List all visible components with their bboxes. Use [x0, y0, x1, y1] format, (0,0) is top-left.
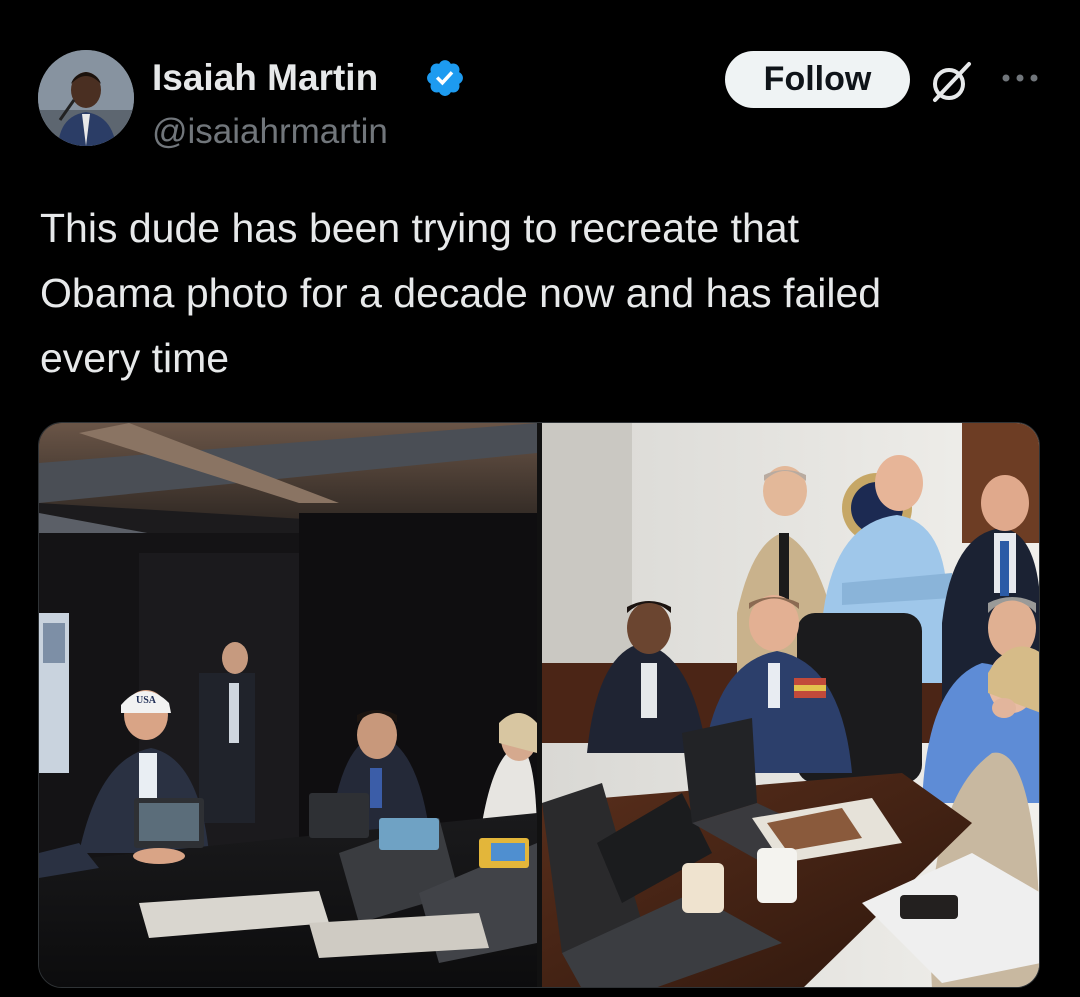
verified-badge-icon	[427, 60, 463, 96]
photo-left-image: USA	[39, 423, 537, 987]
tweet-text: This dude has been trying to recreate th…	[40, 196, 1040, 391]
media-photo-right[interactable]	[542, 423, 1039, 987]
tweet-text-line: This dude has been trying to recreate th…	[40, 205, 799, 251]
tweet-text-line: every time	[40, 335, 230, 381]
media-photo-left[interactable]: USA	[39, 423, 537, 987]
author-display-name[interactable]: Isaiah Martin	[152, 56, 378, 100]
photo-right-image	[542, 423, 1039, 987]
media-grid: USA	[38, 422, 1040, 988]
avatar[interactable]	[38, 50, 134, 146]
grok-icon[interactable]	[929, 60, 973, 104]
follow-button[interactable]: Follow	[725, 51, 910, 108]
more-options-icon[interactable]	[1000, 68, 1040, 88]
cap-badge-text: USA	[136, 695, 157, 706]
user-avatar-icon	[38, 50, 134, 146]
tweet-text-line: Obama photo for a decade now and has fai…	[40, 270, 882, 316]
author-handle[interactable]: @isaiahrmartin	[152, 110, 388, 154]
